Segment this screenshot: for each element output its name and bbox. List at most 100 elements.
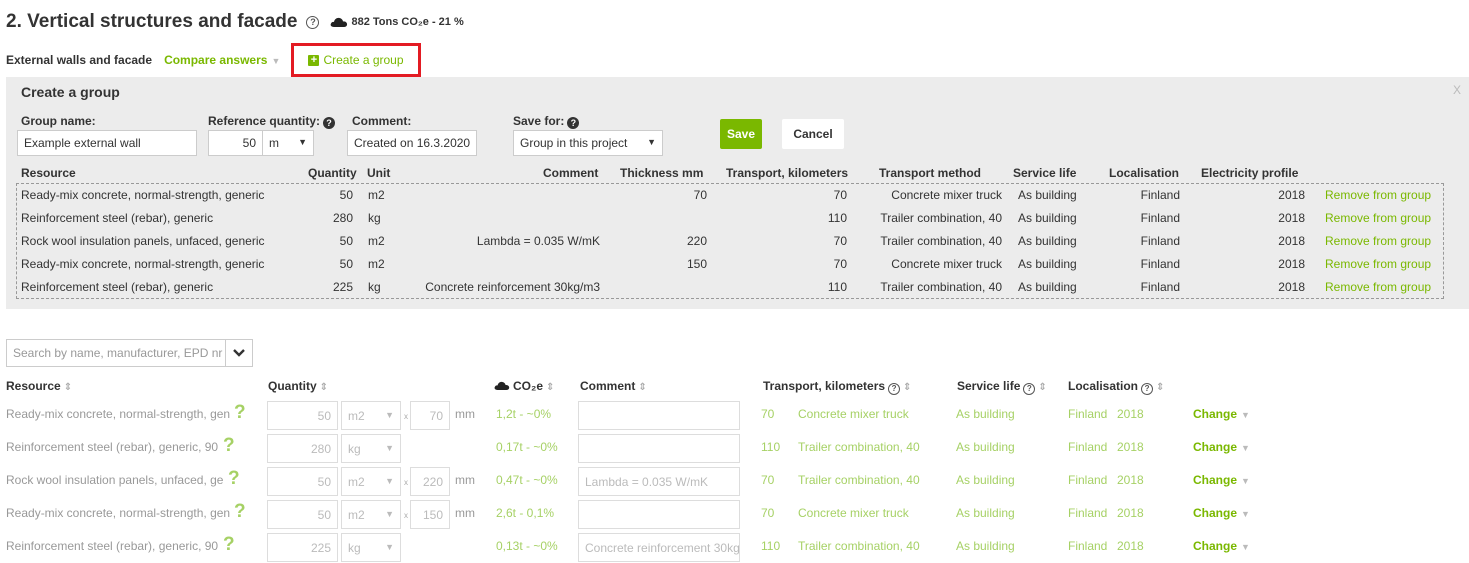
electricity-year[interactable]: 2018 [1117, 506, 1144, 520]
service-life[interactable]: As building [956, 440, 1015, 454]
electricity-year: 2018 [1278, 257, 1305, 271]
transport-distance[interactable]: 110 [761, 440, 780, 454]
unit-select[interactable]: m2 ▼ [341, 401, 401, 430]
search-input[interactable]: Search by name, manufacturer, EPD nr [6, 339, 226, 367]
unit-select[interactable]: m2 ▼ [341, 500, 401, 529]
close-icon[interactable]: X [1453, 83, 1461, 97]
quantity-input[interactable]: 280 [267, 434, 338, 463]
group-name-input[interactable]: Example external wall [17, 130, 197, 156]
question-icon[interactable]: ? [567, 117, 580, 129]
unit-select[interactable]: m2 ▼ [341, 467, 401, 496]
question-icon[interactable]: ? [234, 402, 246, 424]
reference-quantity-input[interactable]: 50 [208, 130, 263, 156]
save-for-select[interactable]: Group in this project ▼ [513, 130, 663, 156]
service-life[interactable]: As building [956, 506, 1015, 520]
transport-distance[interactable]: 70 [761, 506, 774, 520]
save-button[interactable]: Save [720, 119, 762, 149]
transport-distance[interactable]: 110 [761, 539, 780, 553]
question-icon[interactable]: ? [223, 435, 235, 457]
comment-input[interactable] [578, 434, 740, 463]
header-service-life[interactable]: Service life? ⇕ [957, 379, 1047, 395]
service-life[interactable]: As building [956, 407, 1015, 421]
thickness-input[interactable]: 150 [410, 500, 450, 529]
localisation[interactable]: Finland [1068, 539, 1107, 553]
localisation[interactable]: Finland [1068, 407, 1107, 421]
remove-from-group-link[interactable]: Remove from group [1325, 188, 1431, 202]
transport-distance[interactable]: 70 [761, 473, 774, 487]
comment-input[interactable] [578, 500, 740, 529]
change-dropdown[interactable]: Change ▼ [1193, 407, 1250, 421]
comment-input[interactable] [578, 401, 740, 430]
resource-name[interactable]: Reinforcement steel (rebar), generic, 90 [6, 539, 218, 553]
header-transport[interactable]: Transport, kilometers? ⇕ [763, 379, 911, 395]
remove-from-group-link[interactable]: Remove from group [1325, 280, 1431, 294]
electricity-year[interactable]: 2018 [1117, 440, 1144, 454]
comment-input[interactable]: Lambda = 0.035 W/mK [578, 467, 740, 496]
table-row: Reinforcement steel (rebar), generic 280… [17, 207, 1443, 230]
transport-method[interactable]: Trailer combination, 40 [798, 539, 920, 553]
col-localisation: Localisation [1109, 166, 1180, 180]
transport-method[interactable]: Concrete mixer truck [798, 506, 909, 520]
compare-answers-link[interactable]: Compare answers ▼ [164, 53, 280, 67]
quantity-input[interactable]: 50 [267, 401, 338, 430]
search-dropdown-button[interactable] [226, 339, 253, 367]
comment-input[interactable]: Concrete reinforcement 30kg [578, 533, 740, 562]
resource-name[interactable]: Rock wool insulation panels, unfaced, ge [6, 473, 223, 487]
reference-unit-select[interactable]: m ▼ [262, 130, 314, 156]
change-dropdown[interactable]: Change ▼ [1193, 473, 1250, 487]
transport-distance[interactable]: 70 [761, 407, 774, 421]
service-life: As building [1018, 280, 1077, 294]
remove-from-group-link[interactable]: Remove from group [1325, 234, 1431, 248]
remove-from-group-link[interactable]: Remove from group [1325, 211, 1431, 225]
transport: 110 [827, 211, 847, 225]
create-group-link[interactable]: + Create a group [291, 43, 421, 77]
resource-name[interactable]: Ready-mix concrete, normal-strength, gen [6, 506, 230, 520]
unit-select[interactable]: kg ▼ [341, 434, 401, 463]
header-co2[interactable]: CO₂e ⇕ [494, 379, 554, 393]
col-service-life: Service life [1013, 166, 1077, 180]
header-comment[interactable]: Comment ⇕ [580, 379, 647, 393]
localisation[interactable]: Finland [1068, 440, 1107, 454]
transport-method: Concrete mixer truck [891, 257, 1002, 271]
comment-input[interactable]: Created on 16.3.2020 [347, 130, 477, 156]
col-comment: Comment [543, 166, 599, 180]
electricity-year[interactable]: 2018 [1117, 473, 1144, 487]
help-icon[interactable]: ? [306, 15, 320, 29]
question-icon[interactable]: ? [323, 117, 336, 129]
resource-name[interactable]: Ready-mix concrete, normal-strength, gen [6, 407, 230, 421]
help-icon[interactable]: ? [888, 383, 901, 395]
help-icon[interactable]: ? [1023, 383, 1036, 395]
cancel-button[interactable]: Cancel [782, 119, 844, 149]
chevron-down-icon: ▼ [385, 542, 394, 552]
group-name-label: Group name: [21, 114, 96, 128]
question-icon[interactable]: ? [223, 534, 235, 556]
service-life[interactable]: As building [956, 539, 1015, 553]
header-resource[interactable]: Resource ⇕ [6, 379, 72, 393]
quantity-input[interactable]: 50 [267, 500, 338, 529]
localisation[interactable]: Finland [1068, 506, 1107, 520]
chevron-down-icon: ▼ [647, 137, 656, 147]
change-dropdown[interactable]: Change ▼ [1193, 506, 1250, 520]
electricity-year[interactable]: 2018 [1117, 407, 1144, 421]
service-life[interactable]: As building [956, 473, 1015, 487]
unit-select[interactable]: kg ▼ [341, 533, 401, 562]
quantity-input[interactable]: 50 [267, 467, 338, 496]
service-life: As building [1018, 257, 1077, 271]
localisation[interactable]: Finland [1068, 473, 1107, 487]
electricity-year[interactable]: 2018 [1117, 539, 1144, 553]
transport-method[interactable]: Trailer combination, 40 [798, 440, 920, 454]
transport-method[interactable]: Trailer combination, 40 [798, 473, 920, 487]
thickness-input[interactable]: 70 [410, 401, 450, 430]
change-dropdown[interactable]: Change ▼ [1193, 539, 1250, 553]
remove-from-group-link[interactable]: Remove from group [1325, 257, 1431, 271]
resource-name[interactable]: Reinforcement steel (rebar), generic, 90 [6, 440, 218, 454]
question-icon[interactable]: ? [228, 468, 240, 490]
question-icon[interactable]: ? [234, 501, 246, 523]
help-icon[interactable]: ? [1141, 383, 1154, 395]
quantity-input[interactable]: 225 [267, 533, 338, 562]
transport-method[interactable]: Concrete mixer truck [798, 407, 909, 421]
header-quantity[interactable]: Quantity ⇕ [268, 379, 328, 393]
header-localisation[interactable]: Localisation? ⇕ [1068, 379, 1164, 395]
change-dropdown[interactable]: Change ▼ [1193, 440, 1250, 454]
thickness-input[interactable]: 220 [410, 467, 450, 496]
